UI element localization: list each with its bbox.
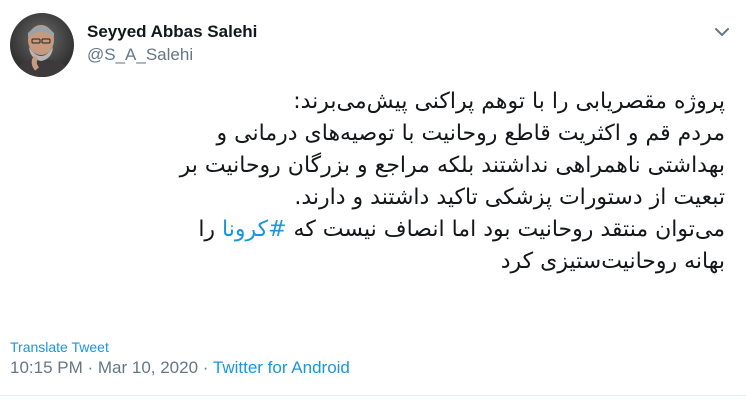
meta-separator: · [82,358,98,377]
translate-tweet-link[interactable]: Translate Tweet [10,339,109,355]
tweet-line: پروژه مقصریابی را با توهم پراکنی پیش‌می‌… [293,89,725,114]
divider [0,395,746,396]
meta-separator: · [198,358,213,377]
tweet-time[interactable]: 10:15 PM [10,358,83,377]
tweet-date[interactable]: Mar 10, 2020 [98,358,198,377]
tweet-text-segment: می‌توان منتقد روحانیت بود اما انصاف نیست… [286,217,725,242]
tweet-line: بهداشتی ناهمراهی نداشتند بلکه مراجع و بز… [179,153,725,178]
tweet-source-link[interactable]: Twitter for Android [213,358,350,377]
chevron-down-icon[interactable] [708,20,736,44]
tweet-line: بهانه روحانیت‌ستیزی کرد [500,249,725,274]
tweet-meta: 10:15 PM · Mar 10, 2020 · Twitter for An… [10,358,350,378]
tweet-line: تبعیت از دستورات پزشکی تاکید داشتند و دا… [294,185,725,210]
tweet-line: مردم قم و اکثریت قاطع روحانیت با توصیه‌ه… [216,121,725,146]
display-name[interactable]: Seyyed Abbas Salehi [87,22,257,42]
tweet-card: Seyyed Abbas Salehi @S_A_Salehi پروژه مق… [0,0,746,400]
tweet-text: پروژه مقصریابی را با توهم پراکنی پیش‌می‌… [10,86,725,278]
hashtag-link[interactable]: #کرونا [222,217,287,242]
tweet-text-segment: را [198,217,223,242]
avatar-photo-icon [10,13,74,77]
tweet-line-with-hashtag: می‌توان منتقد روحانیت بود اما انصاف نیست… [10,214,725,246]
user-handle[interactable]: @S_A_Salehi [87,45,193,65]
avatar[interactable] [10,13,74,77]
